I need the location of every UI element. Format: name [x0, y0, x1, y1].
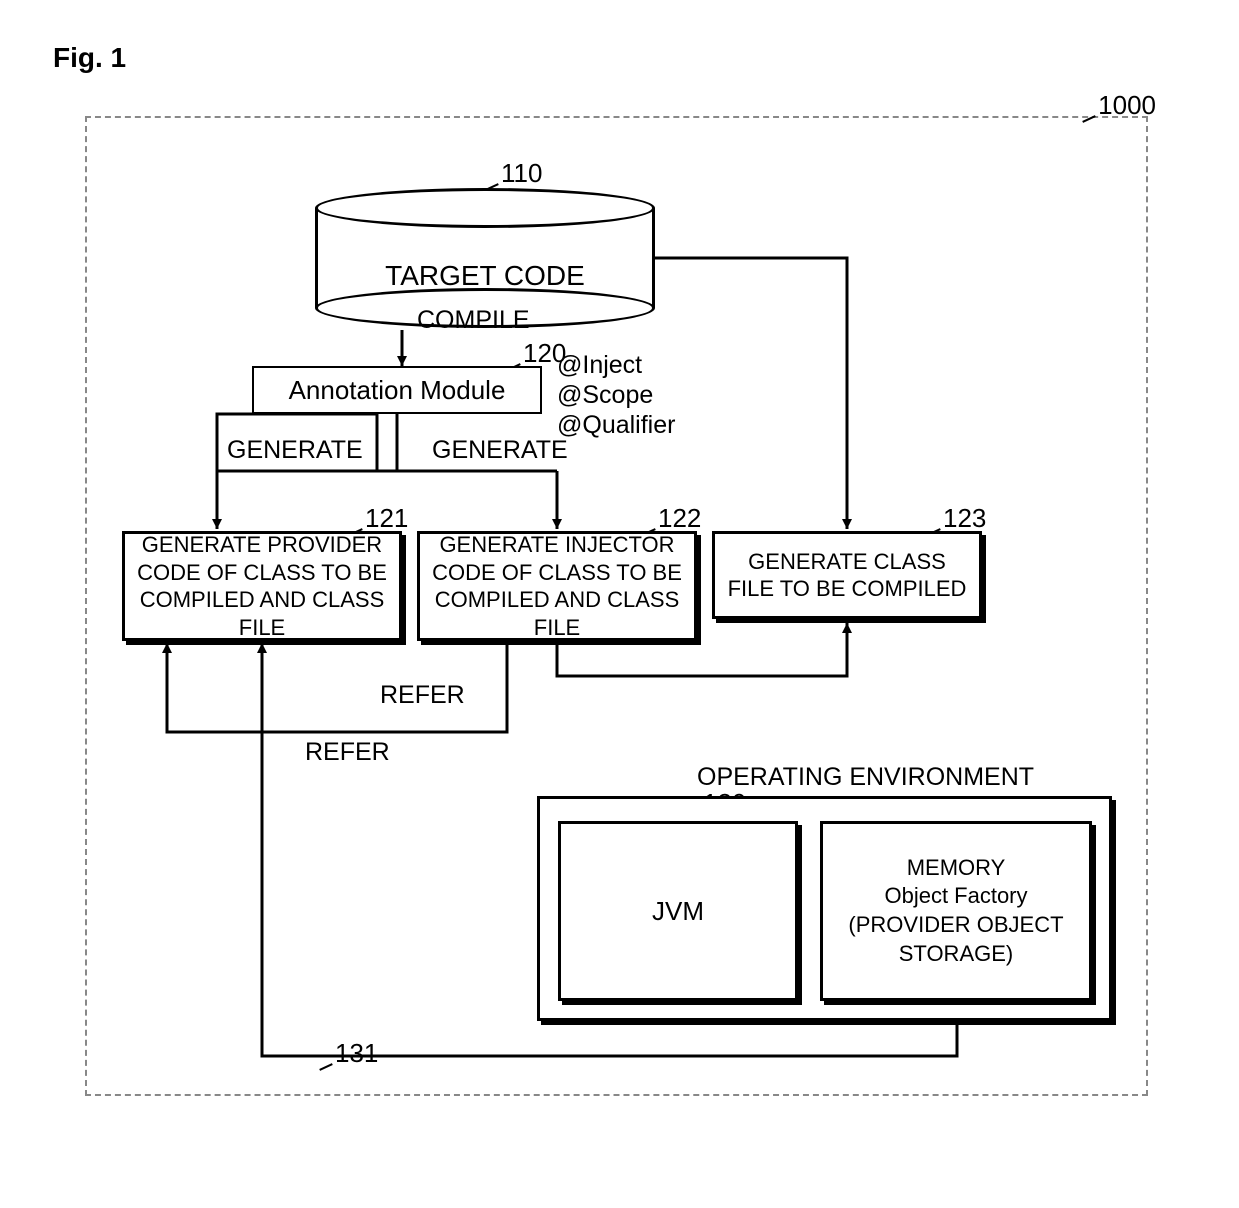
- gen-injector-label: GENERATE INJECTOR CODE OF CLASS TO BE CO…: [428, 531, 686, 641]
- diagram-boundary: 1000 110 120 121 122 123 130 131 TARGET …: [85, 116, 1148, 1096]
- node-op-env: JVM MEMORY Object Factory (PROVIDER OBJE…: [537, 796, 1112, 1021]
- edge-label-compile: COMPILE: [417, 306, 530, 335]
- ref-gen-injector: 122: [642, 503, 701, 534]
- annotations-side-list: @Inject @Scope @Qualifier: [557, 350, 675, 440]
- ref-gen-class: 123: [927, 503, 986, 534]
- node-memory: MEMORY Object Factory (PROVIDER OBJECT S…: [820, 821, 1092, 1001]
- ref-gen-provider: 121: [349, 503, 408, 534]
- node-gen-injector: GENERATE INJECTOR CODE OF CLASS TO BE CO…: [417, 531, 697, 641]
- node-annotation-module: Annotation Module: [252, 366, 542, 414]
- edge-label-generate-left: GENERATE: [227, 436, 363, 465]
- ref-target-code: 110: [485, 158, 542, 189]
- annotation-qualifier: @Qualifier: [557, 410, 675, 440]
- edge-label-refer-lower: REFER: [305, 738, 390, 767]
- edge-label-generate-right: GENERATE: [432, 436, 568, 465]
- edge-label-refer-upper: REFER: [380, 681, 465, 710]
- annotation-module-label: Annotation Module: [289, 374, 506, 407]
- node-jvm: JVM: [558, 821, 798, 1001]
- annotation-scope: @Scope: [557, 380, 675, 410]
- node-gen-provider: GENERATE PROVIDER CODE OF CLASS TO BE CO…: [122, 531, 402, 641]
- jvm-label: JVM: [652, 896, 704, 927]
- ref-memory: 131: [319, 1038, 378, 1069]
- gen-provider-label: GENERATE PROVIDER CODE OF CLASS TO BE CO…: [133, 531, 391, 641]
- op-env-title: OPERATING ENVIRONMENT: [697, 763, 1034, 792]
- gen-class-label: GENERATE CLASS FILE TO BE COMPILED: [723, 548, 971, 603]
- figure-label: Fig. 1: [53, 42, 126, 74]
- ref-outer: 1000: [1082, 90, 1156, 121]
- annotation-inject: @Inject: [557, 350, 675, 380]
- memory-label: MEMORY Object Factory (PROVIDER OBJECT S…: [829, 854, 1083, 968]
- node-gen-class: GENERATE CLASS FILE TO BE COMPILED: [712, 531, 982, 619]
- target-code-label: TARGET CODE: [315, 260, 655, 292]
